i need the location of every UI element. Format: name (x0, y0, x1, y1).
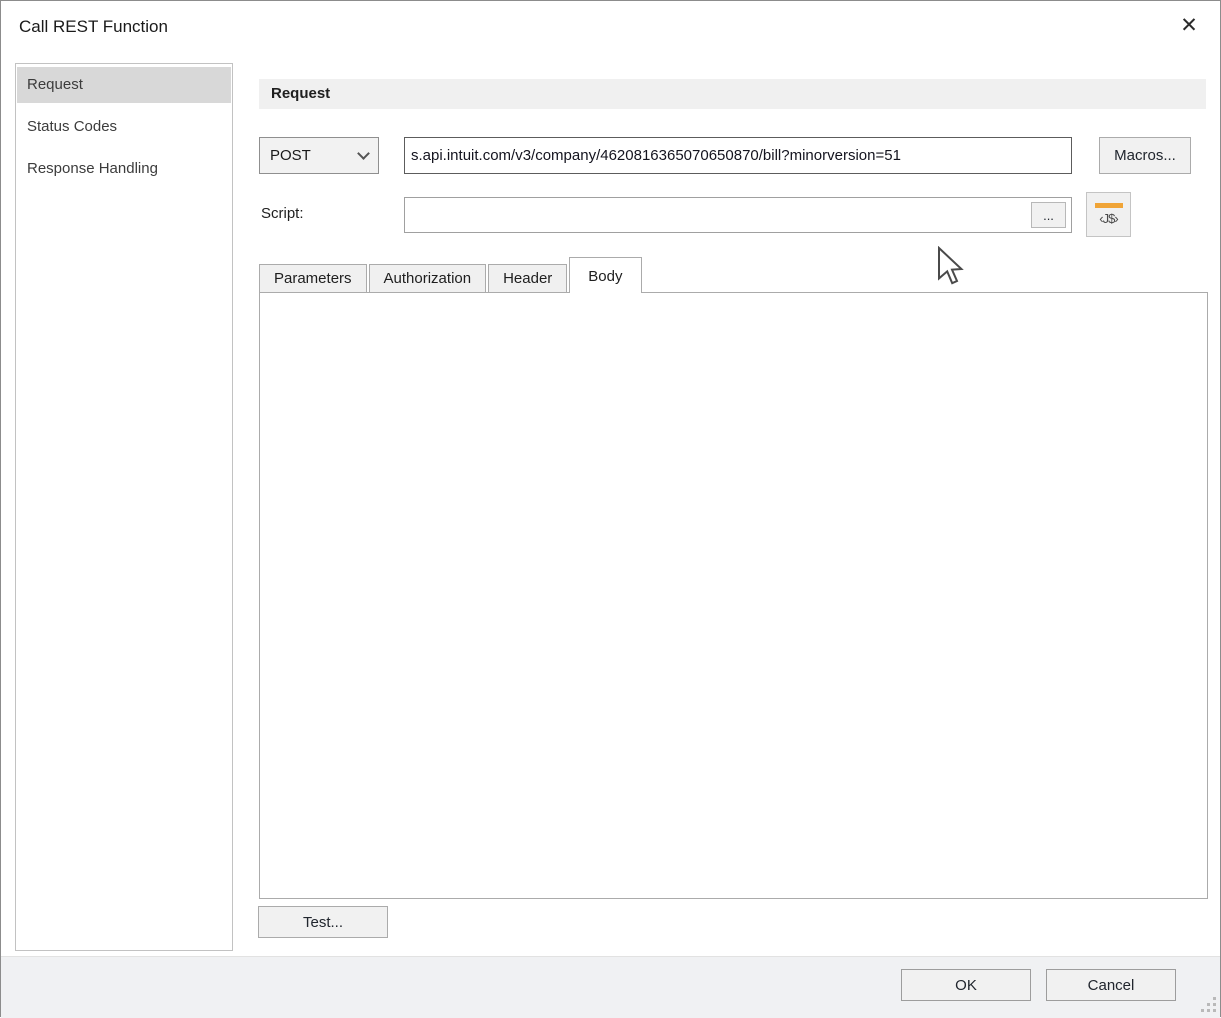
script-browse-button[interactable]: ... (1031, 202, 1066, 228)
sidebar-item-response-handling[interactable]: Response Handling (17, 151, 231, 187)
tab-body[interactable]: Body (569, 257, 641, 293)
js-icon: ‹J$› (1099, 211, 1117, 226)
tab-header[interactable]: Header (488, 264, 567, 293)
cancel-button[interactable]: Cancel (1046, 969, 1176, 1001)
request-tabs: ParametersAuthorizationHeaderBody (259, 257, 644, 293)
dialog-title: Call REST Function (19, 17, 168, 37)
http-method-select[interactable]: POST (259, 137, 379, 174)
script-label: Script: (261, 205, 304, 222)
script-input[interactable] (404, 197, 1072, 233)
resize-grip[interactable] (1202, 998, 1216, 1012)
sidebar: Request Status Codes Response Handling (15, 63, 233, 951)
macros-button[interactable]: Macros... (1099, 137, 1191, 174)
mouse-cursor-icon (937, 246, 964, 288)
tab-authorization[interactable]: Authorization (369, 264, 487, 293)
http-method-value: POST (270, 147, 359, 164)
tab-parameters[interactable]: Parameters (259, 264, 367, 293)
dialog-footer (1, 956, 1220, 1018)
close-icon[interactable]: ✕ (1174, 11, 1204, 41)
script-editor-button[interactable]: ‹J$› (1086, 192, 1131, 237)
call-rest-function-dialog: { "dialog": { "title": "Call REST Functi… (0, 0, 1221, 1017)
url-input[interactable]: s.api.intuit.com/v3/company/462081636507… (404, 137, 1072, 174)
body-tab-panel (259, 292, 1208, 899)
test-button[interactable]: Test... (258, 906, 388, 938)
js-icon-bar (1095, 203, 1123, 208)
request-section-header: Request (259, 79, 1206, 109)
sidebar-item-status-codes[interactable]: Status Codes (17, 109, 231, 145)
ok-button[interactable]: OK (901, 969, 1031, 1001)
sidebar-item-request[interactable]: Request (17, 67, 231, 103)
chevron-down-icon (357, 147, 370, 160)
